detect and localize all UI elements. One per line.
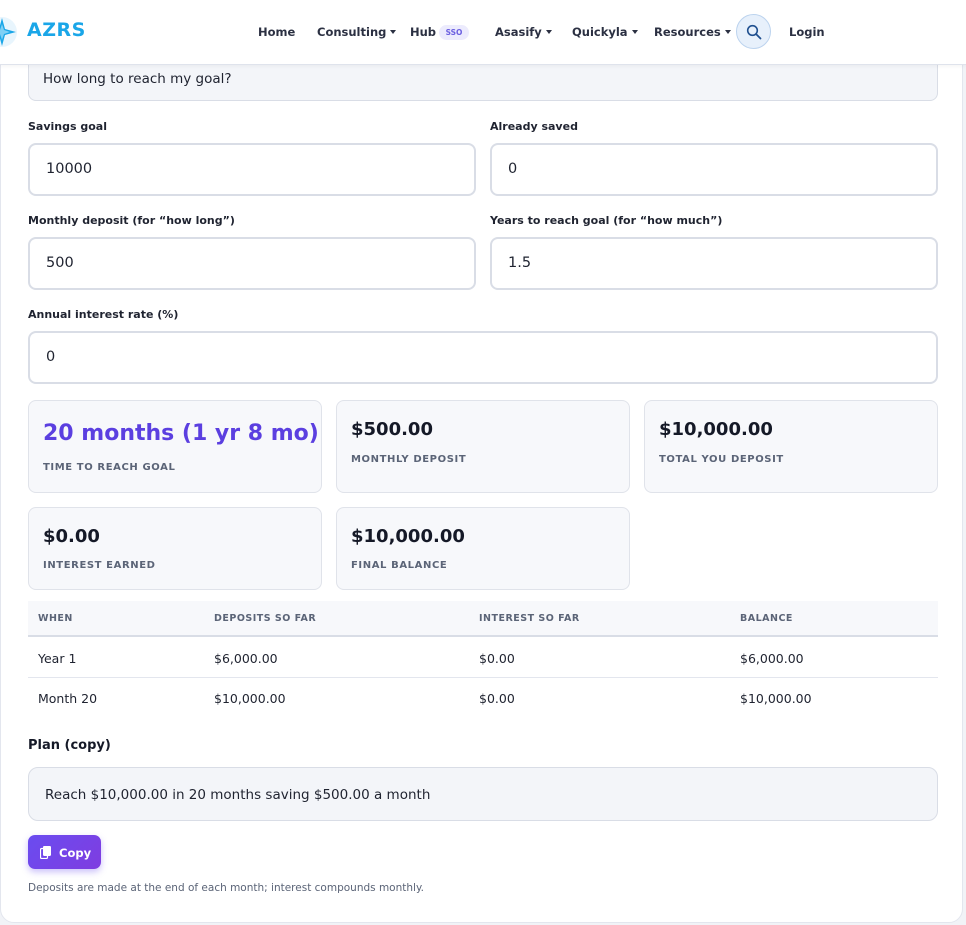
stat-monthly-deposit: $500.00 MONTHLY DEPOSIT [336,400,630,493]
brand-name[interactable]: AZRS [27,19,86,41]
already-saved-input[interactable]: 0 [490,143,938,196]
savings-goal-input[interactable]: 10000 [28,143,476,196]
stat-interest-earned: $0.00 INTEREST EARNED [28,507,322,590]
column-header-balance: BALANCE [740,613,793,624]
stat-interest-earned-label: INTEREST EARNED [43,560,156,571]
stat-time-to-goal: 20 months (1 yr 8 mo) TIME TO REACH GOAL [28,400,322,493]
stat-monthly-deposit-label: MONTHLY DEPOSIT [351,454,467,465]
azrs-logo-icon[interactable] [0,10,22,54]
years-to-goal-label: Years to reach goal (for “how much”) [490,214,723,227]
footnote: Deposits are made at the end of each mon… [28,882,425,894]
column-header-interest: INTEREST SO FAR [479,613,580,624]
stat-monthly-deposit-value: $500.00 [351,419,433,440]
table-cell-balance: $10,000.00 [740,691,812,706]
stat-time-to-goal-value: 20 months (1 yr 8 mo) [43,421,319,446]
savings-goal-label: Savings goal [28,120,107,133]
search-icon [746,24,761,39]
stat-time-to-goal-label: TIME TO REACH GOAL [43,462,176,473]
top-navbar: AZRS Home Consulting Hub SSO Asasify Qui… [0,0,966,65]
interest-rate-label: Annual interest rate (%) [28,308,179,321]
copy-icon [40,846,51,859]
nav-login[interactable]: Login [789,25,825,39]
table-cell-when: Month 20 [38,691,98,706]
nav-login-label: Login [789,25,825,39]
stat-final-balance: $10,000.00 FINAL BALANCE [336,507,630,590]
chevron-down-icon [724,30,731,34]
table-row: Year 1 $6,000.00 $0.00 $6,000.00 [28,638,938,678]
chevron-down-icon [631,30,638,34]
plan-title: Plan (copy) [28,738,111,753]
plan-text: Reach $10,000.00 in 20 months saving $50… [45,787,431,803]
plan-text-box[interactable]: Reach $10,000.00 in 20 months saving $50… [28,767,938,821]
sso-badge: SSO [439,25,469,40]
goal-mode-value: How long to reach my goal? [43,71,232,87]
table-cell-deposits: $10,000.00 [214,691,286,706]
table-cell-when: Year 1 [38,651,77,666]
column-header-when: WHEN [38,613,73,624]
table-row: Month 20 $10,000.00 $0.00 $10,000.00 [28,678,938,718]
chevron-down-icon [545,30,552,34]
monthly-deposit-input[interactable]: 500 [28,237,476,290]
stat-total-deposit-label: TOTAL YOU DEPOSIT [659,454,784,465]
nav-hub-label: Hub [410,25,437,39]
stat-final-balance-label: FINAL BALANCE [351,560,448,571]
copy-button[interactable]: Copy [28,835,101,869]
nav-quickyla[interactable]: Quickyla [572,25,638,39]
nav-home[interactable]: Home [258,25,295,39]
nav-asasify[interactable]: Asasify [495,25,552,39]
already-saved-label: Already saved [490,120,578,133]
column-header-deposits: DEPOSITS SO FAR [214,613,317,624]
nav-resources[interactable]: Resources [654,25,731,39]
nav-consulting-label: Consulting [317,25,387,39]
nav-hub[interactable]: Hub [410,25,436,39]
nav-consulting[interactable]: Consulting [317,25,397,39]
stat-total-deposit: $10,000.00 TOTAL YOU DEPOSIT [644,400,938,493]
chevron-down-icon [390,30,397,34]
years-to-goal-input[interactable]: 1.5 [490,237,938,290]
monthly-deposit-label: Monthly deposit (for “how long”) [28,214,235,227]
table-cell-interest: $0.00 [479,691,515,706]
interest-rate-input[interactable]: 0 [28,331,938,384]
table-cell-deposits: $6,000.00 [214,651,278,666]
nav-home-label: Home [258,25,296,39]
table-cell-interest: $0.00 [479,651,515,666]
nav-asasify-label: Asasify [495,25,542,39]
stat-interest-earned-value: $0.00 [43,526,100,547]
table-cell-balance: $6,000.00 [740,651,804,666]
stat-total-deposit-value: $10,000.00 [659,419,773,440]
nav-resources-label: Resources [654,25,721,39]
stat-final-balance-value: $10,000.00 [351,526,465,547]
schedule-table-header: WHEN DEPOSITS SO FAR INTEREST SO FAR BAL… [28,601,938,637]
nav-quickyla-label: Quickyla [572,25,628,39]
copy-button-label: Copy [59,846,92,860]
search-button[interactable] [736,14,771,49]
